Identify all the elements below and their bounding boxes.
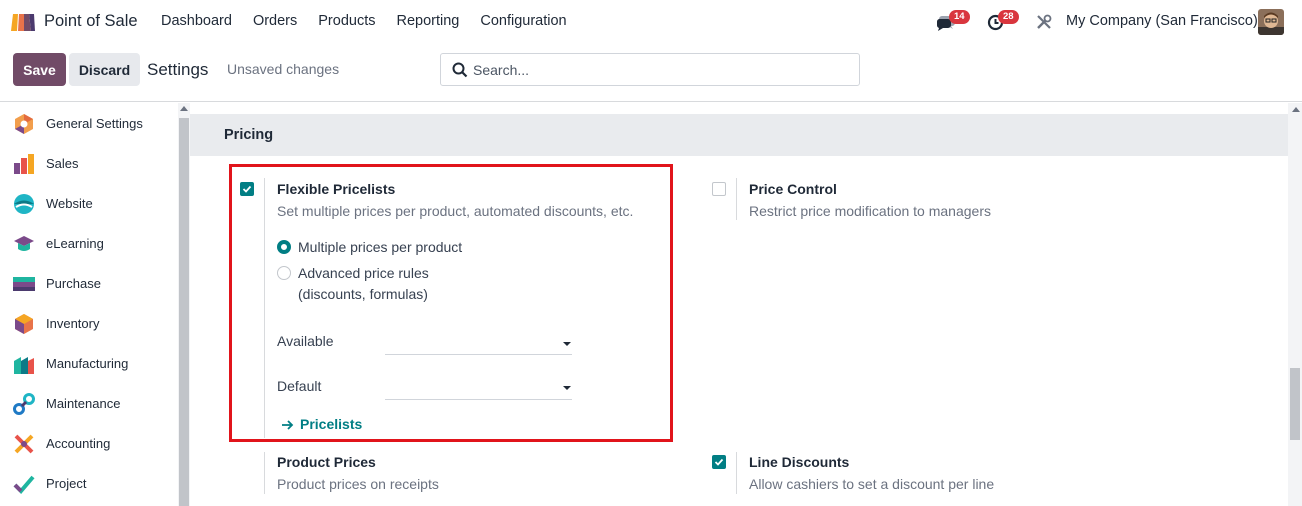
- pos-store-logo-icon[interactable]: [10, 12, 36, 32]
- settings-sidebar: General Settings Sales Website eLearning…: [0, 103, 190, 506]
- highlight-box: [229, 164, 673, 442]
- search-box: [440, 53, 860, 86]
- company-switcher[interactable]: My Company (San Francisco): [1066, 13, 1258, 29]
- line-discounts-title: Line Discounts: [749, 454, 850, 470]
- activities-badge: 28: [998, 10, 1019, 24]
- messages-button[interactable]: 14: [935, 0, 975, 44]
- line-discounts-desc: Allow cashiers to set a discount per lin…: [749, 476, 995, 492]
- messages-badge: 14: [949, 10, 970, 24]
- content-scroll-up-icon[interactable]: [1292, 107, 1300, 112]
- menu-orders[interactable]: Orders: [253, 13, 297, 29]
- search-input[interactable]: [473, 60, 853, 80]
- price-control-checkbox[interactable]: [712, 182, 726, 196]
- setting-divider: [264, 452, 265, 494]
- menu-reporting[interactable]: Reporting: [397, 13, 460, 29]
- accounting-icon: [14, 434, 34, 454]
- main-menu: Dashboard Orders Products Reporting Conf…: [161, 13, 588, 29]
- control-panel: Save Discard Settings Unsaved changes: [0, 44, 1302, 102]
- activities-button[interactable]: 28: [986, 0, 1026, 44]
- sidebar-label: Project: [46, 476, 87, 491]
- top-navbar: Point of Sale Dashboard Orders Products …: [0, 0, 1302, 44]
- price-control-title: Price Control: [749, 181, 837, 197]
- sidebar-item-general-settings[interactable]: General Settings: [0, 103, 176, 143]
- elearning-icon: [14, 236, 34, 251]
- user-avatar[interactable]: [1258, 9, 1284, 35]
- sidebar-label: Sales: [46, 156, 79, 171]
- content-scrollbar[interactable]: [1288, 103, 1302, 506]
- sidebar-item-project[interactable]: Project: [0, 463, 176, 503]
- sidebar-label: General Settings: [46, 116, 143, 131]
- search-icon: [452, 62, 468, 78]
- page-title: Settings: [147, 60, 209, 79]
- sidebar-label: Manufacturing: [46, 356, 129, 371]
- menu-configuration[interactable]: Configuration: [480, 13, 566, 29]
- check-icon: [714, 458, 724, 466]
- sidebar-label: Accounting: [46, 436, 111, 451]
- discard-button[interactable]: Discard: [69, 53, 140, 86]
- setting-divider: [736, 178, 737, 220]
- purchase-icon: [13, 277, 35, 291]
- sales-icon: [14, 154, 34, 174]
- unsaved-status: Unsaved changes: [227, 61, 340, 77]
- sidebar-scrollbar-thumb[interactable]: [179, 118, 189, 506]
- manufacturing-icon: [14, 357, 34, 374]
- sidebar-label: Maintenance: [46, 396, 121, 411]
- sidebar-item-accounting[interactable]: Accounting: [0, 423, 176, 463]
- sidebar-item-maintenance[interactable]: Maintenance: [0, 383, 176, 423]
- line-discounts-checkbox[interactable]: [712, 455, 726, 469]
- sidebar-label: Purchase: [46, 276, 101, 291]
- price-control-desc: Restrict price modification to managers: [749, 203, 991, 219]
- section-title: Pricing: [224, 127, 274, 143]
- sidebar-scroll-up-icon[interactable]: [180, 106, 188, 111]
- user-avatar-icon: [1258, 9, 1284, 35]
- setting-divider: [736, 452, 737, 494]
- app-name[interactable]: Point of Sale: [44, 12, 138, 31]
- menu-products[interactable]: Products: [318, 13, 375, 29]
- sidebar-item-elearning[interactable]: eLearning: [0, 223, 176, 263]
- sidebar-label: Inventory: [46, 316, 100, 331]
- sidebar-item-website[interactable]: Website: [0, 183, 176, 223]
- pricing-section-header: Pricing: [190, 114, 1288, 156]
- project-icon: [13, 475, 35, 494]
- maintenance-icon: [13, 393, 35, 415]
- content-scrollbar-thumb[interactable]: [1290, 368, 1300, 440]
- product-prices-desc: Product prices on receipts: [277, 476, 439, 492]
- sidebar-item-inventory[interactable]: Inventory: [0, 303, 176, 343]
- save-button[interactable]: Save: [13, 53, 66, 86]
- website-icon: [14, 194, 34, 214]
- sidebar-item-manufacturing[interactable]: Manufacturing: [0, 343, 176, 383]
- sidebar-label: eLearning: [46, 236, 104, 251]
- menu-dashboard[interactable]: Dashboard: [161, 13, 232, 29]
- sidebar-item-sales[interactable]: Sales: [0, 143, 176, 183]
- general-settings-icon: [15, 114, 33, 134]
- sidebar-item-purchase[interactable]: Purchase: [0, 263, 176, 303]
- inventory-icon: [15, 314, 33, 334]
- tools-icon[interactable]: [1036, 14, 1052, 30]
- product-prices-title: Product Prices: [277, 454, 376, 470]
- sidebar-label: Website: [46, 196, 93, 211]
